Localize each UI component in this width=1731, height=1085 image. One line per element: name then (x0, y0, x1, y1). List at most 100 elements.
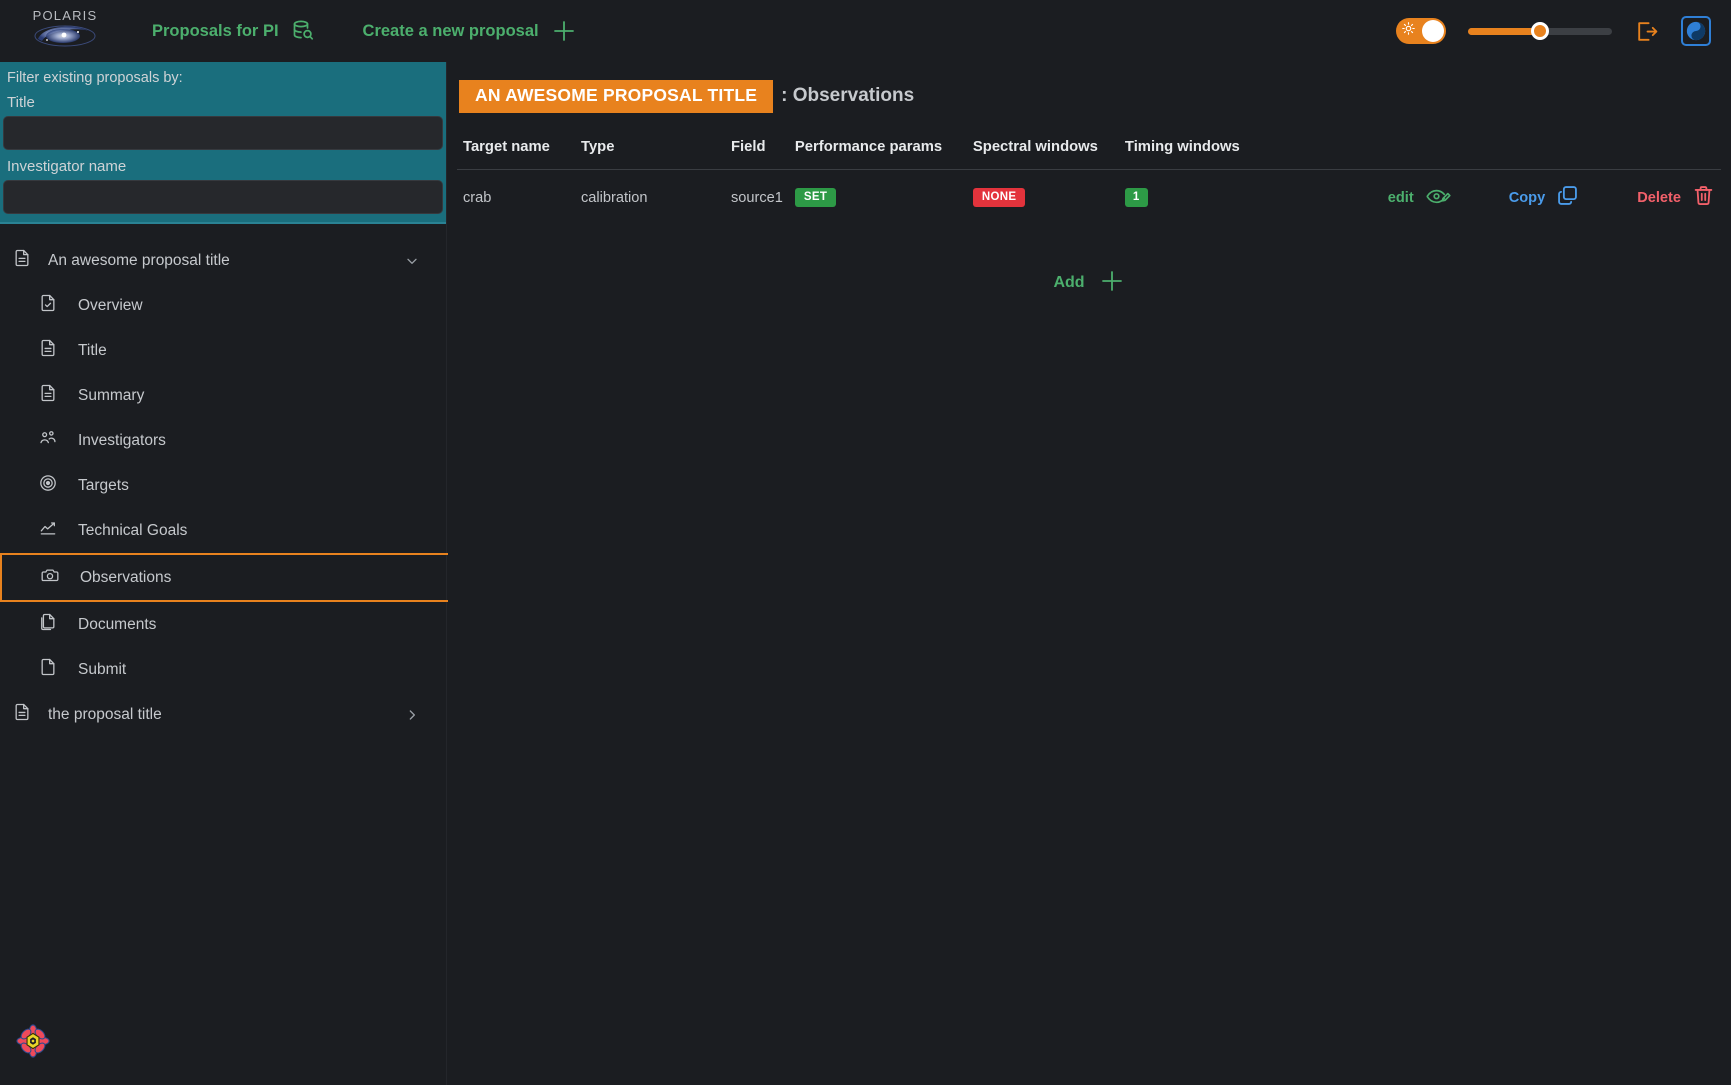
page-title: AN AWESOME PROPOSAL TITLE : Observations (447, 80, 1731, 113)
filter-heading: Filter existing proposals by: (7, 70, 183, 86)
page-title-badge: AN AWESOME PROPOSAL TITLE (459, 80, 774, 113)
sidebar-item-overview[interactable]: Overview (0, 283, 446, 328)
table-column-header: Target name (457, 136, 575, 170)
sidebar-item-title[interactable]: Title (0, 328, 446, 373)
galaxy-icon (33, 23, 97, 54)
sidebar-item-label: Title (78, 341, 107, 359)
plus-icon (551, 18, 577, 44)
proposal-tree-node-label: An awesome proposal title (48, 251, 230, 269)
main-content: AN AWESOME PROPOSAL TITLE : Observations… (447, 62, 1731, 1085)
proposal-tree: An awesome proposal title Overview Title Su… (0, 224, 448, 737)
chevron-down-icon[interactable] (404, 253, 434, 269)
table-column-header: Type (575, 136, 725, 170)
plus-icon (1099, 268, 1125, 299)
sidebar-item-label: Summary (78, 386, 145, 404)
table-row: crab calibration source1 SET NONE 1 edit Copy De… (457, 169, 1721, 226)
database-search-icon (291, 19, 315, 43)
add-observation-button[interactable]: Add (1053, 268, 1124, 299)
add-observation-label: Add (1053, 274, 1085, 291)
nav-proposals-for-pi-label: Proposals for PI (152, 21, 279, 40)
body-row: Filter existing proposals by: Title Inve… (0, 62, 1731, 1085)
people-icon (38, 428, 58, 453)
proposal-tree-node[interactable]: the proposal title (0, 692, 446, 737)
filter-title-label: Title (7, 94, 35, 111)
sidebar-item-submit[interactable]: Submit (0, 647, 446, 692)
table-column-header: Timing windows (1118, 136, 1283, 170)
target-icon (38, 473, 58, 498)
observations-table: Target name Type Field Performance params Sp… (457, 136, 1721, 226)
page-title-section: : Observations (781, 85, 915, 107)
edit-label: edit (1387, 189, 1414, 206)
brand-logo[interactable]: POLARIS (22, 9, 108, 54)
sidebar-item-technical-goals[interactable]: Technical Goals (0, 508, 446, 553)
copy-icon (1556, 184, 1579, 211)
cell-field: source1 (731, 189, 783, 206)
sidebar-item-documents[interactable]: Documents (0, 602, 446, 647)
slider-thumb[interactable] (1531, 22, 1549, 40)
chart-line-icon (38, 518, 58, 543)
yin-yang-icon[interactable] (1681, 16, 1711, 46)
brightness-slider[interactable] (1468, 20, 1612, 42)
sidebar-item-label: Observations (80, 568, 172, 586)
theme-toggle-knob (1422, 20, 1444, 42)
document-blank-icon (38, 657, 58, 682)
edit-row-button[interactable]: edit (1388, 184, 1451, 212)
filter-panel: Filter existing proposals by: Title Inve… (0, 62, 446, 224)
observations-table-head: Target name Type Field Performance params Sp… (457, 136, 1721, 170)
add-observation-row: Add (447, 268, 1731, 299)
sidebar: Filter existing proposals by: Title Inve… (0, 62, 448, 1085)
sidebar-item-label: Overview (78, 296, 143, 314)
cell-type: calibration (581, 189, 648, 206)
sidebar-item-label: Targets (78, 476, 129, 494)
table-column-header: Spectral windows (966, 136, 1119, 170)
performance-params-badge[interactable]: SET (794, 187, 837, 208)
theme-toggle-switch[interactable] (1396, 18, 1446, 44)
nav-proposals-for-pi[interactable]: Proposals for PI (152, 19, 315, 43)
copy-files-icon (38, 612, 58, 637)
sidebar-item-investigators[interactable]: Investigators (0, 418, 446, 463)
sun-icon (1402, 22, 1415, 40)
slider-fill (1468, 27, 1540, 35)
document-lines-icon (38, 338, 58, 363)
cell-row-actions: edit Copy Delete (1283, 169, 1721, 226)
document-check-icon (38, 293, 58, 318)
table-column-header: Performance params (788, 136, 967, 170)
nav-create-new-proposal-label: Create a new proposal (362, 21, 539, 40)
document-lines-icon (12, 702, 32, 727)
sidebar-item-summary[interactable]: Summary (0, 373, 446, 418)
logout-icon[interactable] (1634, 19, 1659, 44)
table-header-row: Target name Type Field Performance params Sp… (457, 136, 1721, 170)
sidebar-item-label: Investigators (78, 431, 166, 449)
sidebar-item-label: Technical Goals (78, 521, 188, 539)
sidebar-item-label: Documents (78, 615, 157, 633)
cell-spectral-windows-badge: NONE (967, 169, 1119, 226)
filter-investigator-label: Investigator name (7, 158, 127, 175)
nav-create-new-proposal[interactable]: Create a new proposal (363, 18, 577, 44)
delete-label: Delete (1637, 189, 1681, 206)
copy-row-button[interactable]: Copy (1509, 184, 1579, 211)
sidebar-item-targets[interactable]: Targets (0, 463, 446, 508)
trash-icon (1692, 184, 1715, 211)
delete-row-button[interactable]: Delete (1637, 184, 1715, 211)
observations-table-body: crab calibration source1 SET NONE 1 edit Copy De… (457, 169, 1721, 226)
document-lines-icon (12, 248, 32, 273)
proposal-tree-node-label: the proposal title (48, 705, 162, 723)
document-lines-icon (38, 383, 58, 408)
flower-logo-icon (16, 1024, 50, 1063)
eye-edit-icon (1425, 184, 1451, 212)
filter-title-input[interactable] (3, 116, 443, 150)
proposal-tree-node[interactable]: An awesome proposal title (0, 238, 446, 283)
cell-target-name: crab (463, 189, 492, 206)
chevron-right-icon[interactable] (404, 707, 434, 723)
top-bar-right-controls (1396, 16, 1717, 46)
copy-label: Copy (1508, 189, 1546, 206)
sidebar-item-observations[interactable]: Observations (0, 553, 448, 602)
filter-investigator-input[interactable] (3, 180, 443, 214)
app-root: POLARIS Proposals for PI Create a new pr… (0, 0, 1731, 1085)
camera-icon (40, 565, 60, 590)
cell-performance-params-badge: SET (789, 169, 967, 226)
timing-windows-badge[interactable]: 1 (1124, 187, 1148, 208)
spectral-windows-badge[interactable]: NONE (972, 187, 1026, 208)
table-column-header-actions (1282, 136, 1721, 170)
top-bar: POLARIS Proposals for PI Create a new pr… (0, 0, 1731, 62)
